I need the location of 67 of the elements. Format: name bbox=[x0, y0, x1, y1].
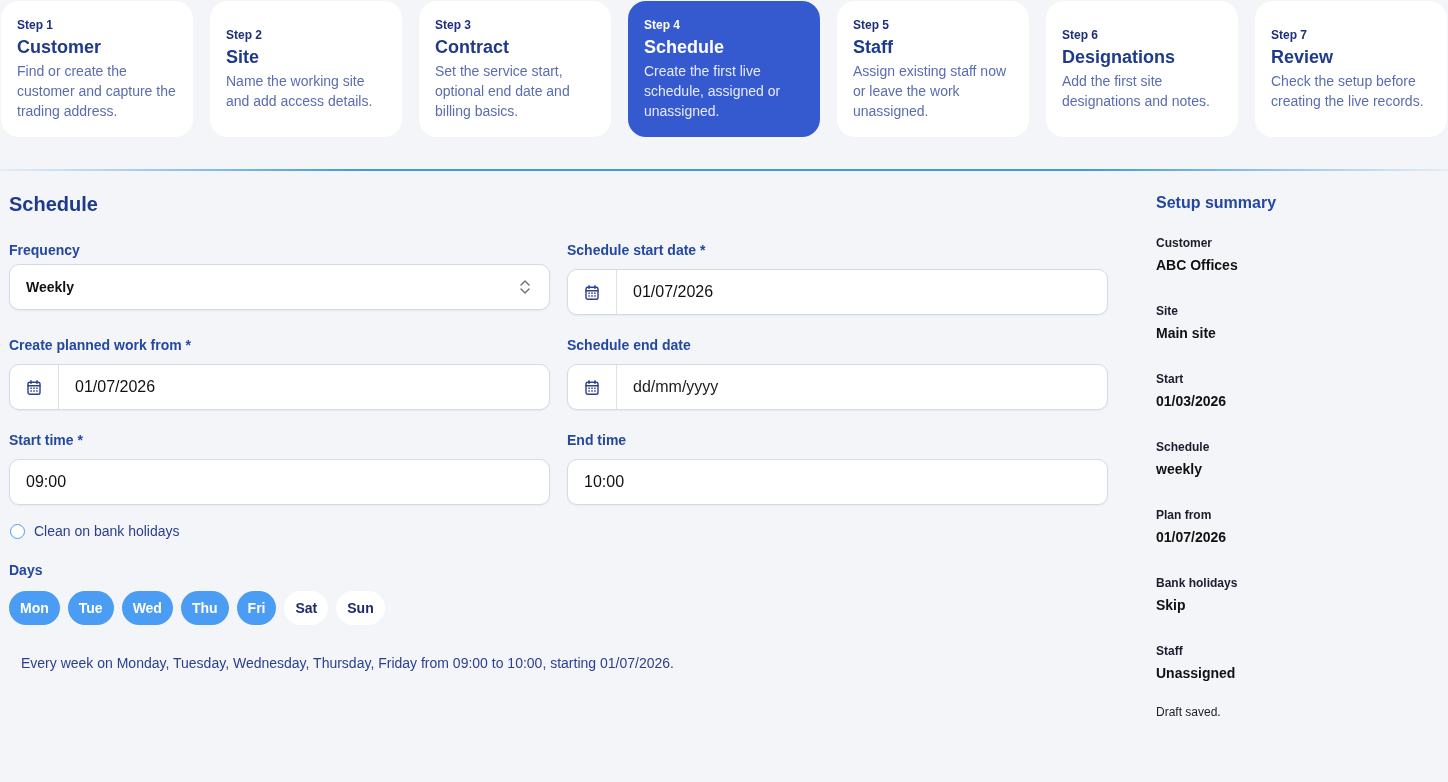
step-number: Step 4 bbox=[644, 17, 680, 33]
step-number: Step 7 bbox=[1271, 27, 1307, 43]
chevron-updown-icon bbox=[520, 280, 530, 294]
step-number: Step 5 bbox=[853, 17, 889, 33]
field-label: Frequency bbox=[9, 241, 80, 259]
step-description: Create the first live schedule, assigned or unassigned. bbox=[644, 62, 782, 121]
step-description: Check the setup before creating the live records. bbox=[1271, 72, 1425, 111]
summary-value: 01/03/2026 bbox=[1156, 392, 1227, 411]
summary-label: Staff bbox=[1156, 643, 1183, 659]
field-label: Start time * bbox=[9, 431, 83, 449]
field-label: Schedule end date bbox=[567, 336, 691, 354]
radio-button[interactable] bbox=[10, 523, 25, 539]
summary-value: Skip bbox=[1156, 596, 1186, 615]
time-input[interactable]: 09:00 bbox=[9, 459, 550, 505]
summary-heading: Setup summary bbox=[1156, 193, 1277, 213]
step-description: Name the working site and add access details. bbox=[226, 72, 374, 111]
calendar-icon bbox=[27, 379, 41, 395]
step-card[interactable]: Step 3 Contract Set the service start, optional end date and billing basics. bbox=[419, 1, 611, 137]
summary-label: Site bbox=[1156, 303, 1178, 319]
summary-label: Plan from bbox=[1156, 507, 1212, 523]
day-toggle[interactable]: Sun bbox=[336, 591, 385, 625]
step-card[interactable]: Step 2 Site Name the working site and add access details. bbox=[210, 1, 402, 137]
step-description: Find or create the customer and capture the trading address. bbox=[17, 62, 177, 121]
summary-value: Main site bbox=[1156, 324, 1216, 343]
step-card[interactable]: Step 1 Customer Find or create the customer and capture the trading address. bbox=[1, 1, 193, 137]
step-number: Step 2 bbox=[226, 27, 262, 43]
field-label: End time bbox=[567, 431, 627, 449]
calendar-icon bbox=[585, 284, 599, 300]
step-title: Customer bbox=[17, 36, 101, 59]
day-toggle[interactable]: Sat bbox=[284, 591, 329, 625]
field-label: Days bbox=[9, 561, 43, 579]
draft-status: Draft saved. bbox=[1156, 704, 1221, 720]
step-number: Step 6 bbox=[1062, 27, 1098, 43]
date-input[interactable]: 01/07/2026 bbox=[9, 364, 550, 410]
summary-label: Schedule bbox=[1156, 439, 1210, 455]
step-description: Set the service start, optional end date and billing basics. bbox=[435, 62, 571, 121]
date-input[interactable]: dd/mm/yyyy bbox=[567, 364, 1108, 410]
step-title: Site bbox=[226, 46, 259, 69]
step-number: Step 1 bbox=[17, 17, 53, 33]
time-input[interactable]: 10:00 bbox=[567, 459, 1108, 505]
step-description: Add the first site designations and notes. bbox=[1062, 72, 1211, 111]
step-card[interactable]: Step 5 Staff Assign existing staff now or leave the work unassigned. bbox=[837, 1, 1029, 137]
step-title: Staff bbox=[853, 36, 893, 59]
summary-label: Bank holidays bbox=[1156, 575, 1238, 591]
summary-value: Unassigned bbox=[1156, 664, 1236, 683]
section-heading: Schedule bbox=[9, 192, 99, 216]
field-label: Create planned work from * bbox=[9, 336, 192, 354]
step-card[interactable]: Step 6 Designations Add the first site designations and notes. bbox=[1046, 1, 1238, 137]
summary-value: ABC Offices bbox=[1156, 256, 1238, 275]
summary-label: Customer bbox=[1156, 235, 1212, 251]
summary-label: Start bbox=[1156, 371, 1184, 387]
step-card[interactable]: Step 7 Review Check the setup before creating the live records. bbox=[1255, 1, 1447, 137]
schedule-summary-text: Every week on Monday, Tuesday, Wednesday, Thursday, Friday from 09:00 to 10:00, starting 01/07/2026. bbox=[21, 654, 674, 672]
option-label[interactable]: Clean on bank holidays bbox=[34, 522, 180, 540]
frequency-select[interactable]: Weekly bbox=[9, 264, 550, 310]
step-title: Designations bbox=[1062, 46, 1176, 69]
summary-value: 01/07/2026 bbox=[1156, 528, 1227, 547]
step-title: Review bbox=[1271, 46, 1334, 69]
step-card[interactable]: Step 4 Schedule Create the first live schedule, assigned or unassigned. bbox=[628, 1, 820, 137]
step-description: Assign existing staff now or leave the work unassigned. bbox=[853, 62, 1008, 121]
calendar-icon bbox=[585, 379, 599, 395]
summary-value: weekly bbox=[1156, 460, 1202, 479]
step-title: Contract bbox=[435, 36, 509, 59]
date-input[interactable]: 01/07/2026 bbox=[567, 269, 1108, 315]
step-number: Step 3 bbox=[435, 17, 471, 33]
step-title: Schedule bbox=[644, 36, 725, 59]
field-label: Schedule start date * bbox=[567, 241, 706, 259]
